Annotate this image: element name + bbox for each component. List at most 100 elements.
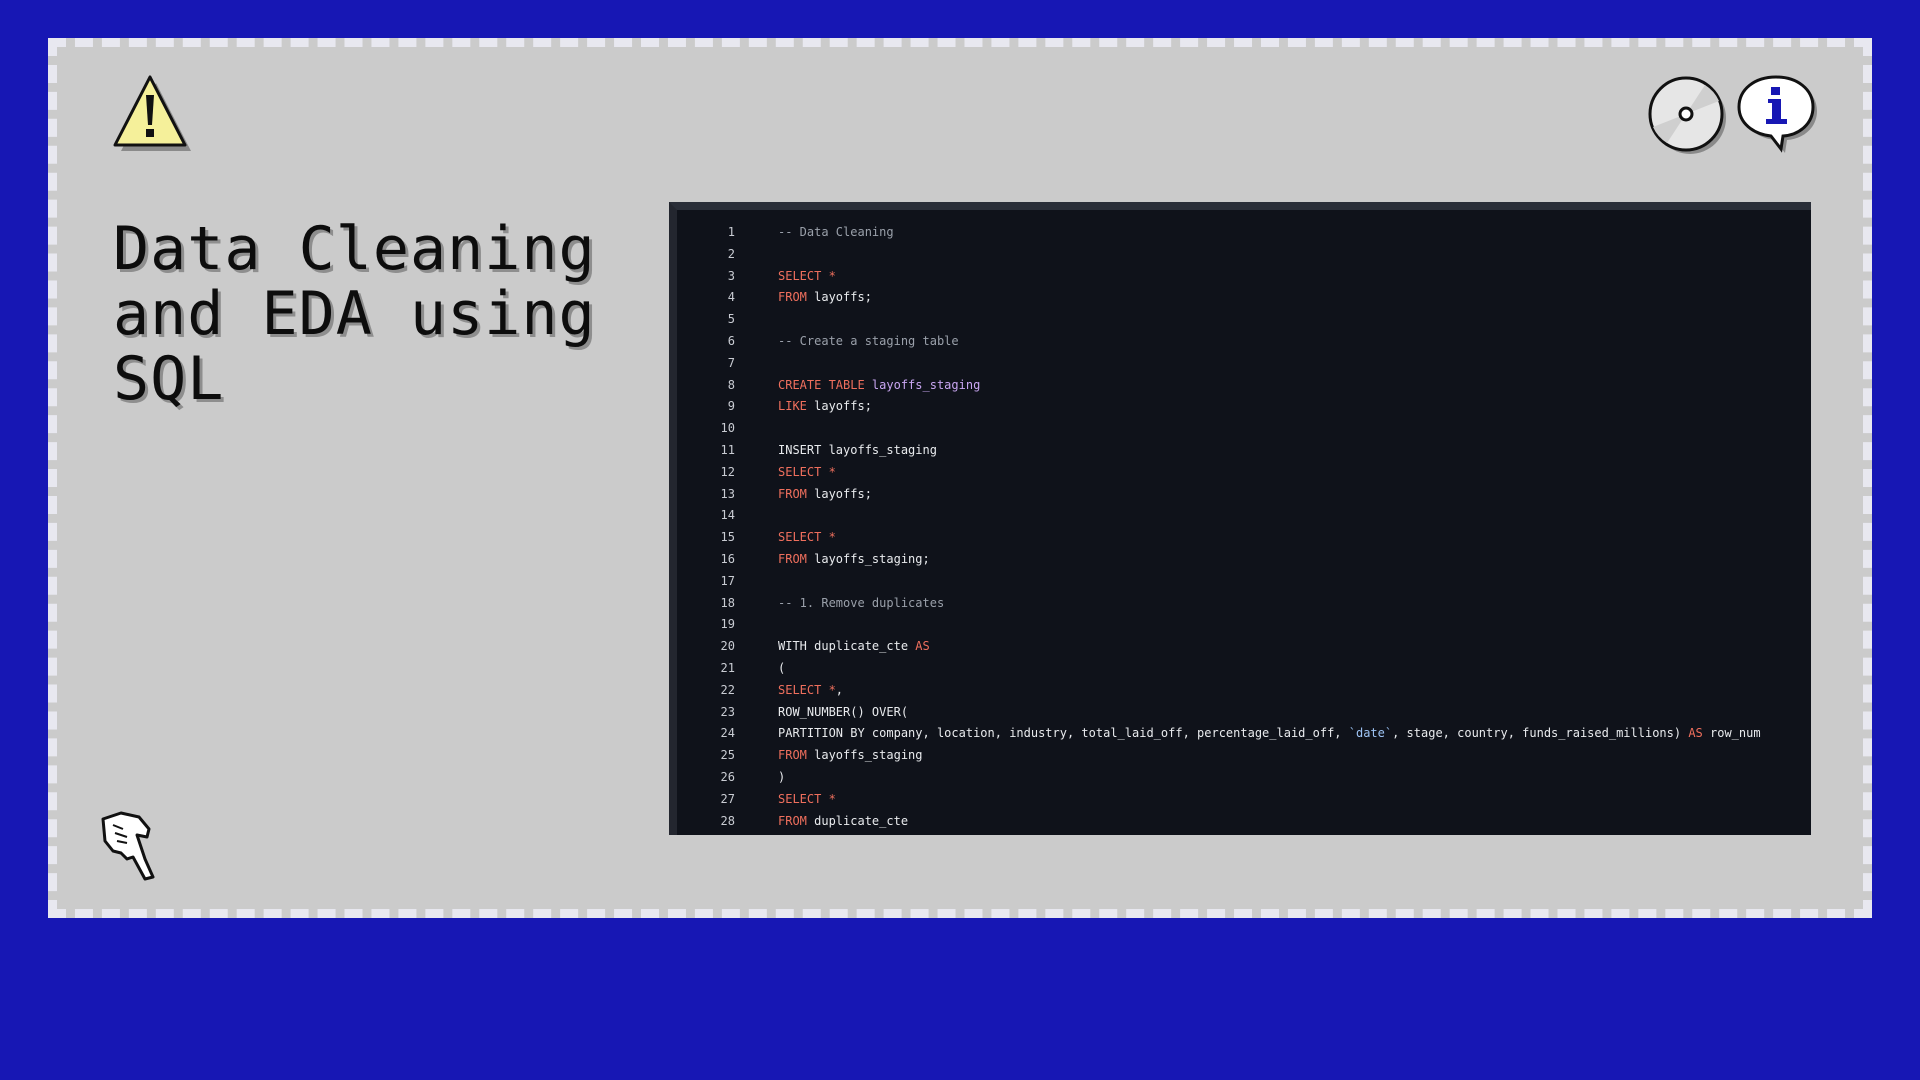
code-text: ) bbox=[778, 767, 785, 789]
code-token: duplicate_cte bbox=[806, 813, 909, 828]
code-line: 2 bbox=[677, 244, 1811, 266]
code-text: SELECT * bbox=[778, 462, 836, 484]
sql-keyword: AS bbox=[915, 639, 930, 654]
code-text: CREATE TABLE layoffs_staging bbox=[778, 375, 980, 397]
line-number: 20 bbox=[720, 639, 735, 654]
code-text: INSERT layoffs_staging bbox=[778, 440, 937, 462]
code-token: layoffs_staging; bbox=[806, 551, 930, 566]
code-line: 27 SELECT * bbox=[677, 789, 1811, 811]
code-token: `date` bbox=[1348, 726, 1393, 741]
line-number: 25 bbox=[720, 748, 735, 763]
code-line: 5 bbox=[677, 309, 1811, 331]
code-token: ROW_NUMBER() OVER( bbox=[778, 704, 909, 719]
line-number: 5 bbox=[727, 312, 735, 327]
code-line: 21 ( bbox=[677, 658, 1811, 680]
line-number: 27 bbox=[720, 791, 735, 806]
code-text: WITH duplicate_cte AS bbox=[778, 636, 930, 658]
warning-icon bbox=[113, 75, 191, 155]
line-number: 16 bbox=[720, 551, 735, 566]
code-line: 18 -- 1. Remove duplicates bbox=[677, 593, 1811, 615]
code-line: 13 FROM layoffs; bbox=[677, 484, 1811, 506]
line-number: 6 bbox=[727, 333, 735, 348]
line-number: 17 bbox=[720, 573, 735, 588]
sql-keyword: FROM bbox=[778, 813, 807, 828]
line-number: 19 bbox=[720, 617, 735, 632]
line-number: 8 bbox=[727, 377, 735, 392]
code-line: 7 bbox=[677, 353, 1811, 375]
line-number: 2 bbox=[727, 246, 735, 261]
code-text: ( bbox=[778, 658, 785, 680]
code-text: PARTITION BY company, location, industry… bbox=[778, 723, 1761, 745]
line-number: 3 bbox=[727, 268, 735, 283]
code-lines: 1 -- Data Cleaning 2 3 SELECT * 4 FROM layoffs… bbox=[677, 222, 1811, 832]
code-line: 14 bbox=[677, 505, 1811, 527]
code-line: 26) bbox=[677, 767, 1811, 789]
code-token: layoffs_staging bbox=[806, 748, 923, 763]
code-text: LIKE layoffs; bbox=[778, 396, 872, 418]
code-token: layoffs; bbox=[806, 290, 872, 305]
line-number: 11 bbox=[720, 442, 735, 457]
code-token: ( bbox=[778, 660, 786, 675]
code-token: , bbox=[835, 682, 844, 697]
code-line: 19 bbox=[677, 614, 1811, 636]
line-number: 28 bbox=[720, 813, 735, 828]
sql-keyword: SELECT * bbox=[778, 530, 836, 545]
code-line: 25 FROM layoffs_staging bbox=[677, 745, 1811, 767]
code-token: , stage, country, funds_raised_millions) bbox=[1392, 726, 1689, 741]
code-line: 6 -- Create a staging table bbox=[677, 331, 1811, 353]
code-text: SELECT * bbox=[778, 789, 836, 811]
line-number: 12 bbox=[720, 464, 735, 479]
slide-frame: Data Cleaning and EDA using SQL 1 -- Data… bbox=[48, 38, 1872, 918]
code-editor[interactable]: 1 -- Data Cleaning 2 3 SELECT * 4 FROM layoffs… bbox=[669, 202, 1811, 835]
code-text: FROM layoffs; bbox=[778, 287, 872, 309]
code-line: 10 bbox=[677, 418, 1811, 440]
code-line: 11 INSERT layoffs_staging bbox=[677, 440, 1811, 462]
code-line: 23 ROW_NUMBER() OVER( bbox=[677, 702, 1811, 724]
sql-keyword: SELECT * bbox=[778, 268, 836, 283]
code-line: 17 bbox=[677, 571, 1811, 593]
sql-keyword: LIKE bbox=[778, 399, 807, 414]
sql-keyword: SELECT * bbox=[778, 791, 836, 806]
code-line: 28 FROM duplicate_cte bbox=[677, 811, 1811, 833]
code-token: layoffs; bbox=[806, 399, 872, 414]
sql-keyword: FROM bbox=[778, 551, 807, 566]
code-line: 15 SELECT * bbox=[677, 527, 1811, 549]
code-text: SELECT *, bbox=[778, 680, 843, 702]
line-number: 24 bbox=[720, 726, 735, 741]
slide-panel: Data Cleaning and EDA using SQL 1 -- Data… bbox=[57, 47, 1863, 909]
line-number: 22 bbox=[720, 682, 735, 697]
code-text: FROM layoffs; bbox=[778, 484, 872, 506]
code-text: -- Create a staging table bbox=[778, 331, 959, 353]
sql-keyword: CREATE TABLE bbox=[778, 377, 865, 392]
code-text: -- 1. Remove duplicates bbox=[778, 593, 944, 615]
code-token: layoffs; bbox=[806, 486, 872, 501]
code-text: FROM duplicate_cte bbox=[778, 811, 908, 833]
code-line: 3 SELECT * bbox=[677, 266, 1811, 288]
info-icon[interactable] bbox=[1735, 73, 1821, 159]
sql-keyword: SELECT * bbox=[778, 464, 836, 479]
line-number: 9 bbox=[727, 399, 735, 414]
disc-icon[interactable] bbox=[1647, 75, 1727, 155]
sql-comment: -- Data Cleaning bbox=[778, 225, 894, 239]
code-text: SELECT * bbox=[778, 527, 836, 549]
code-text: -- Data Cleaning bbox=[778, 222, 894, 244]
sql-comment: -- Create a staging table bbox=[778, 333, 959, 348]
code-line: 9 LIKE layoffs; bbox=[677, 396, 1811, 418]
line-number: 23 bbox=[720, 704, 735, 719]
sql-keyword: FROM bbox=[778, 486, 807, 501]
sql-keyword: SELECT * bbox=[778, 682, 836, 697]
line-number: 4 bbox=[727, 290, 735, 305]
code-line: 22 SELECT *, bbox=[677, 680, 1811, 702]
code-line: 16 FROM layoffs_staging; bbox=[677, 549, 1811, 571]
code-line: 20 WITH duplicate_cte AS bbox=[677, 636, 1811, 658]
code-token: layoffs_staging bbox=[864, 377, 981, 392]
code-text: FROM layoffs_staging bbox=[778, 745, 923, 767]
line-number: 1 bbox=[727, 225, 735, 239]
line-number: 10 bbox=[720, 421, 735, 436]
code-line: 4 FROM layoffs; bbox=[677, 287, 1811, 309]
code-token: ) bbox=[778, 769, 786, 784]
code-line: 12 SELECT * bbox=[677, 462, 1811, 484]
line-number: 14 bbox=[720, 508, 735, 523]
pointing-hand-icon bbox=[93, 807, 165, 883]
sql-comment: -- 1. Remove duplicates bbox=[778, 595, 945, 610]
